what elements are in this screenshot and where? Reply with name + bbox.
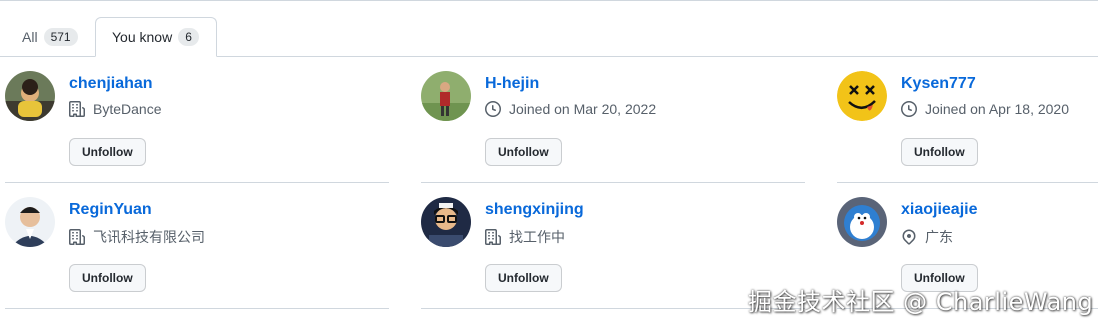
user-name[interactable]: chenjiahan <box>69 75 153 93</box>
user-meta: 飞讯科技有限公司 <box>69 227 205 247</box>
user-meta-text: Joined on Mar 20, 2022 <box>509 101 657 117</box>
location-icon <box>901 229 917 245</box>
user-meta-text: 飞讯科技有限公司 <box>93 229 205 245</box>
user-meta-text: 广东 <box>925 229 953 245</box>
top-divider <box>0 0 1098 1</box>
watermark-text: 掘金技术社区 @ CharlieWang <box>748 288 1094 316</box>
tab-all-label: All <box>22 29 38 45</box>
organization-icon <box>69 229 85 245</box>
user-card: ReginYuan 飞讯科技有限公司 Unfollow <box>5 183 375 293</box>
user-meta-text: 找工作中 <box>509 229 565 245</box>
user-card: shengxinjing 找工作中 Unfollow <box>421 183 791 293</box>
unfollow-button[interactable]: Unfollow <box>69 138 146 166</box>
unfollow-button[interactable]: Unfollow <box>485 138 562 166</box>
unfollow-button[interactable]: Unfollow <box>485 264 562 292</box>
user-meta: Joined on Apr 18, 2020 <box>901 101 1069 117</box>
clock-icon <box>901 101 917 117</box>
clock-icon <box>485 101 501 117</box>
tab-nav: All 571 You know 6 <box>0 17 1098 57</box>
tab-all-counter: 571 <box>43 28 78 46</box>
avatar[interactable] <box>5 71 55 121</box>
user-card: chenjiahan ByteDance Unfollow <box>5 57 375 167</box>
row-divider <box>5 308 389 309</box>
avatar[interactable] <box>837 197 887 247</box>
avatar[interactable] <box>5 197 55 247</box>
user-card: xiaojieajie 广东 Unfollow <box>837 183 1098 293</box>
unfollow-button[interactable]: Unfollow <box>69 264 146 292</box>
unfollow-button[interactable]: Unfollow <box>901 138 978 166</box>
avatar[interactable] <box>421 197 471 247</box>
user-name[interactable]: Kysen777 <box>901 75 976 93</box>
user-meta: ByteDance <box>69 101 161 117</box>
user-meta: Joined on Mar 20, 2022 <box>485 101 656 117</box>
user-meta-text: ByteDance <box>93 101 162 117</box>
user-name[interactable]: shengxinjing <box>485 201 584 219</box>
user-name[interactable]: xiaojieajie <box>901 201 978 219</box>
organization-icon <box>69 101 85 117</box>
tab-you-know-counter: 6 <box>178 28 199 46</box>
tab-you-know-label: You know <box>112 29 173 45</box>
tab-all[interactable]: All 571 <box>22 17 78 57</box>
user-name[interactable]: ReginYuan <box>69 201 152 219</box>
user-card: Kysen777 Joined on Apr 18, 2020 Unfollow <box>837 57 1098 167</box>
avatar[interactable] <box>421 71 471 121</box>
user-meta: 找工作中 <box>485 227 565 247</box>
tab-you-know[interactable]: You know 6 <box>95 17 217 57</box>
avatar[interactable] <box>837 71 887 121</box>
user-name[interactable]: H-hejin <box>485 75 539 93</box>
user-card: H-hejin Joined on Mar 20, 2022 Unfollow <box>421 57 791 167</box>
user-meta: 广东 <box>901 227 953 247</box>
user-meta-text: Joined on Apr 18, 2020 <box>925 101 1070 117</box>
organization-icon <box>485 229 501 245</box>
